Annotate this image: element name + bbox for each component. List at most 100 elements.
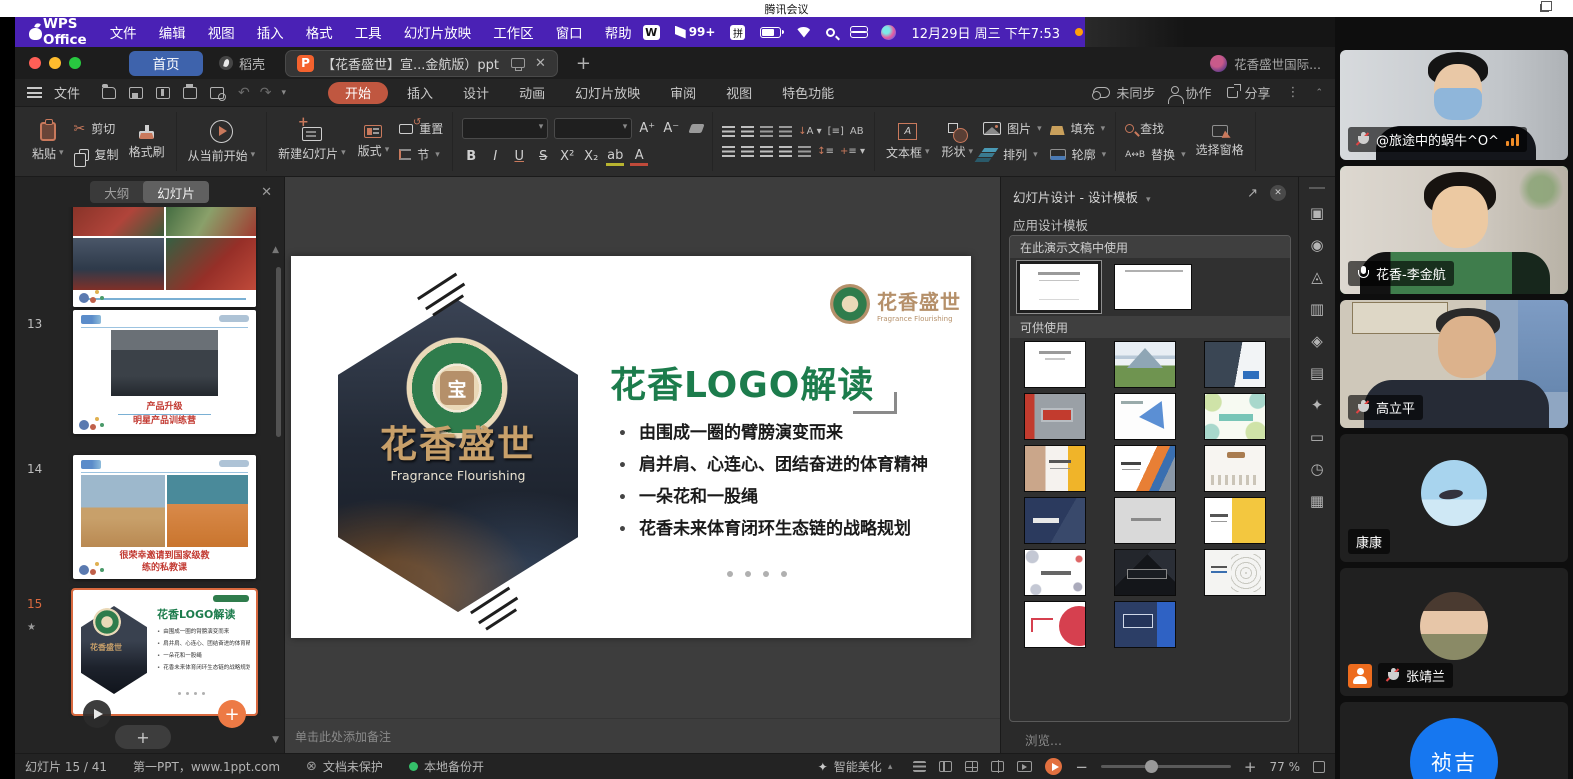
slide-title[interactable]: 花香LOGO解读 xyxy=(610,356,874,408)
template-thumbnail[interactable] xyxy=(1024,341,1086,388)
print-preview-icon[interactable] xyxy=(210,87,224,99)
history-pane-icon[interactable]: ◷ xyxy=(1310,462,1323,477)
menu-item[interactable]: 编辑 xyxy=(148,22,197,42)
increase-font-button[interactable]: A⁺ xyxy=(638,121,656,136)
browse-templates-button[interactable]: 浏览... xyxy=(1025,730,1062,749)
menu-item[interactable]: 文件 xyxy=(99,22,148,42)
template-thumbnail[interactable] xyxy=(1204,445,1266,492)
new-slide-button[interactable]: 新建幻灯片▾ xyxy=(276,122,348,162)
zoom-slider-knob[interactable] xyxy=(1145,760,1158,773)
picture-button[interactable]: 图片▾ xyxy=(983,120,1042,137)
navigation-pane-icon[interactable]: ◈ xyxy=(1311,334,1323,349)
slide-thumbnail-13[interactable]: 产品升级 明星产品训练营 xyxy=(73,310,256,434)
menu-item[interactable]: 格式 xyxy=(295,22,344,42)
replace-button[interactable]: A↔B替换▾ xyxy=(1125,146,1185,163)
used-template[interactable] xyxy=(1114,264,1192,310)
ribbon-tab-item[interactable]: 视图 xyxy=(711,83,767,102)
participant-tile[interactable]: 康康 xyxy=(1340,434,1568,562)
layout-button[interactable]: 版式▾ xyxy=(356,125,392,159)
bullets-icon[interactable] xyxy=(722,126,735,137)
save-icon[interactable] xyxy=(129,87,143,99)
hamburger-menu-icon[interactable] xyxy=(27,87,42,98)
undo-icon[interactable]: ↶ xyxy=(238,85,250,101)
text-direction-icon[interactable]: ↓A ▾ xyxy=(798,126,821,137)
zoom-out-button[interactable]: − xyxy=(1075,758,1088,776)
sync-status[interactable]: 未同步 xyxy=(1093,83,1155,102)
cut-button[interactable]: ✂剪切 xyxy=(74,120,119,137)
file-menu-button[interactable]: 文件 xyxy=(54,83,80,102)
collaborate-button[interactable]: 协作 xyxy=(1171,83,1211,102)
pane-dropdown-icon[interactable]: ▾ xyxy=(1146,195,1151,205)
clear-format-icon[interactable] xyxy=(689,124,705,133)
zoom-in-button[interactable]: + xyxy=(1244,758,1257,776)
highlight-button[interactable]: ab xyxy=(606,148,624,166)
ribbon-tab-item[interactable]: 幻灯片放映 xyxy=(560,83,655,102)
notes-divider[interactable] xyxy=(285,718,1000,719)
menu-app-name[interactable]: WPS Office xyxy=(39,16,99,48)
notes-pane-icon[interactable]: ▭ xyxy=(1310,430,1324,445)
justify-icon[interactable] xyxy=(779,146,792,157)
template-thumbnail[interactable] xyxy=(1204,497,1266,544)
slide-canvas[interactable]: 宝 花香盛世 Fragrance Flourishing 花香盛世 Fragra… xyxy=(291,256,971,638)
reset-button[interactable]: 重置 xyxy=(399,120,443,137)
font-name-select[interactable] xyxy=(462,118,548,139)
template-thumbnail[interactable] xyxy=(1024,393,1086,440)
play-from-current-button[interactable]: 从当前开始▾ xyxy=(186,120,258,164)
font-size-select[interactable] xyxy=(554,118,632,139)
menu-item[interactable]: 工具 xyxy=(344,22,393,42)
export-icon[interactable] xyxy=(156,87,170,99)
account-area[interactable]: 花香盛世国际... xyxy=(1210,54,1321,73)
template-thumbnail[interactable] xyxy=(1204,341,1266,388)
ribbon-tab-item[interactable]: 插入 xyxy=(392,83,448,102)
participant-tile[interactable]: @旅途中的蜗牛^O^ xyxy=(1340,50,1568,160)
ribbon-tab-item[interactable]: 设计 xyxy=(448,83,504,102)
underline-button[interactable]: U xyxy=(510,149,528,164)
pinyin-input-icon[interactable]: 拼 xyxy=(730,25,745,40)
tab-slides[interactable]: 幻灯片 xyxy=(143,181,209,203)
char-spacing-icon[interactable]: AB xyxy=(850,126,864,137)
close-tab-icon[interactable]: ✕ xyxy=(535,56,546,71)
notification-badge-icon[interactable]: 99+ xyxy=(675,25,716,39)
siri-icon[interactable] xyxy=(881,25,896,40)
selection-pane-button[interactable]: 选择窗格 xyxy=(1194,125,1246,158)
close-panel-icon[interactable]: ✕ xyxy=(261,185,272,200)
used-template-selected[interactable] xyxy=(1016,260,1102,314)
decrease-indent-icon[interactable] xyxy=(760,126,773,137)
subscript-button[interactable]: X₂ xyxy=(582,149,600,164)
shapes-pane-icon[interactable]: ◉ xyxy=(1310,238,1323,253)
participant-tile[interactable]: 张靖兰 xyxy=(1340,568,1568,696)
copy-button[interactable]: 复制 xyxy=(74,146,119,163)
increase-indent-icon[interactable] xyxy=(779,126,792,137)
pane-expand-icon[interactable]: ↗ xyxy=(1247,186,1258,201)
ribbon-tab-item[interactable]: 动画 xyxy=(504,83,560,102)
more-options-icon[interactable]: ⋮ xyxy=(1286,85,1299,100)
menu-item[interactable]: 工作区 xyxy=(482,22,545,42)
slideshow-icon[interactable] xyxy=(1017,761,1032,772)
window-restore-icon[interactable] xyxy=(1540,4,1549,12)
participant-tile[interactable]: 花香-李金航 xyxy=(1340,166,1568,294)
align-center-icon[interactable] xyxy=(741,146,754,157)
ribbon-tab-item[interactable]: 审阅 xyxy=(655,83,711,102)
play-slide-button[interactable] xyxy=(83,700,111,728)
align-text-icon[interactable]: [≡] xyxy=(828,126,844,137)
participant-tile[interactable]: 祯吉 xyxy=(1340,702,1568,779)
smartart-pane-icon[interactable]: ◬ xyxy=(1311,270,1323,285)
ribbon-tab-item[interactable]: 特色功能 xyxy=(767,83,849,102)
word-app-icon[interactable]: W xyxy=(643,25,660,40)
template-thumbnail[interactable] xyxy=(1204,393,1266,440)
template-thumbnail[interactable] xyxy=(1024,445,1086,492)
bold-button[interactable]: B xyxy=(462,149,480,164)
template-thumbnail[interactable] xyxy=(1024,601,1086,648)
outline-button[interactable]: 轮廓▾ xyxy=(1050,146,1107,163)
layout-pane-icon[interactable]: ▤ xyxy=(1310,366,1324,381)
align-right-icon[interactable] xyxy=(760,146,773,157)
open-icon[interactable] xyxy=(102,87,116,99)
thumbnails-scrollbar[interactable] xyxy=(276,267,281,437)
find-button[interactable]: 查找 xyxy=(1125,120,1185,137)
section-button[interactable]: 节▾ xyxy=(399,146,443,163)
participant-tile[interactable]: 高立平 xyxy=(1340,300,1568,428)
format-painter-button[interactable]: 格式刷 xyxy=(127,124,167,160)
menu-item[interactable]: 窗口 xyxy=(545,22,594,42)
view-settings-icon[interactable] xyxy=(913,761,926,772)
decrease-font-button[interactable]: A⁻ xyxy=(662,121,680,136)
